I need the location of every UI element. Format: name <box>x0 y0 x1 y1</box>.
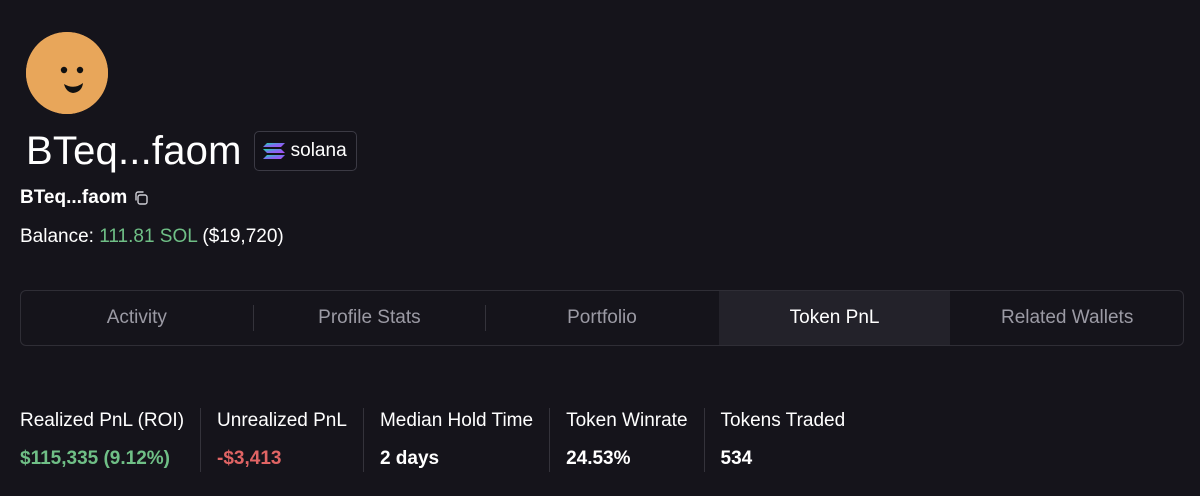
copy-icon[interactable] <box>133 190 149 206</box>
balance-sol: 111.81 SOL <box>99 226 198 247</box>
chain-badge: solana <box>253 131 357 171</box>
stat-unrealized-pnl: Unrealized PnL -$3,413 <box>200 408 363 472</box>
tab-portfolio[interactable]: Portfolio <box>486 291 718 345</box>
stat-label: Token Winrate <box>566 410 688 431</box>
stat-label: Realized PnL (ROI) <box>20 410 185 431</box>
smiley-face-icon <box>26 32 108 114</box>
solana-logo-icon <box>262 143 285 159</box>
stat-tokens-traded: Tokens Traded 534 <box>703 408 862 472</box>
wallet-header: BTeq...faom solana <box>26 126 357 176</box>
wallet-title: BTeq...faom <box>26 129 242 173</box>
stat-value: -$3,413 <box>217 448 282 469</box>
wallet-address: BTeq...faom <box>20 187 128 208</box>
tab-related-wallets[interactable]: Related Wallets <box>951 291 1183 345</box>
stat-value: 24.53% <box>566 448 631 469</box>
balance-row: Balance: 111.81 SOL ($19,720) <box>20 226 284 248</box>
balance-usd: ($19,720) <box>202 226 284 247</box>
tab-activity[interactable]: Activity <box>21 291 253 345</box>
address-row: BTeq...faom <box>20 187 149 209</box>
profile-tabs: Activity Profile Stats Portfolio Token P… <box>20 290 1184 346</box>
stat-value: 534 <box>720 448 753 469</box>
pnl-stats: Realized PnL (ROI) $115,335 (9.12%) Unre… <box>20 408 861 472</box>
stat-token-winrate: Token Winrate 24.53% <box>549 408 703 472</box>
tab-token-pnl[interactable]: Token PnL <box>718 291 951 345</box>
avatar <box>26 32 108 114</box>
chain-label: solana <box>290 140 347 161</box>
stat-label: Unrealized PnL <box>217 410 347 431</box>
stat-value: $115,335 (9.12%) <box>20 448 171 469</box>
stat-label: Tokens Traded <box>720 410 846 431</box>
tab-profile-stats[interactable]: Profile Stats <box>254 291 486 345</box>
stat-realized-pnl: Realized PnL (ROI) $115,335 (9.12%) <box>20 408 200 472</box>
balance-label: Balance: <box>20 226 94 247</box>
stat-median-hold-time: Median Hold Time 2 days <box>362 408 549 472</box>
stat-label: Median Hold Time <box>379 410 534 431</box>
stat-value: 2 days <box>379 448 440 469</box>
